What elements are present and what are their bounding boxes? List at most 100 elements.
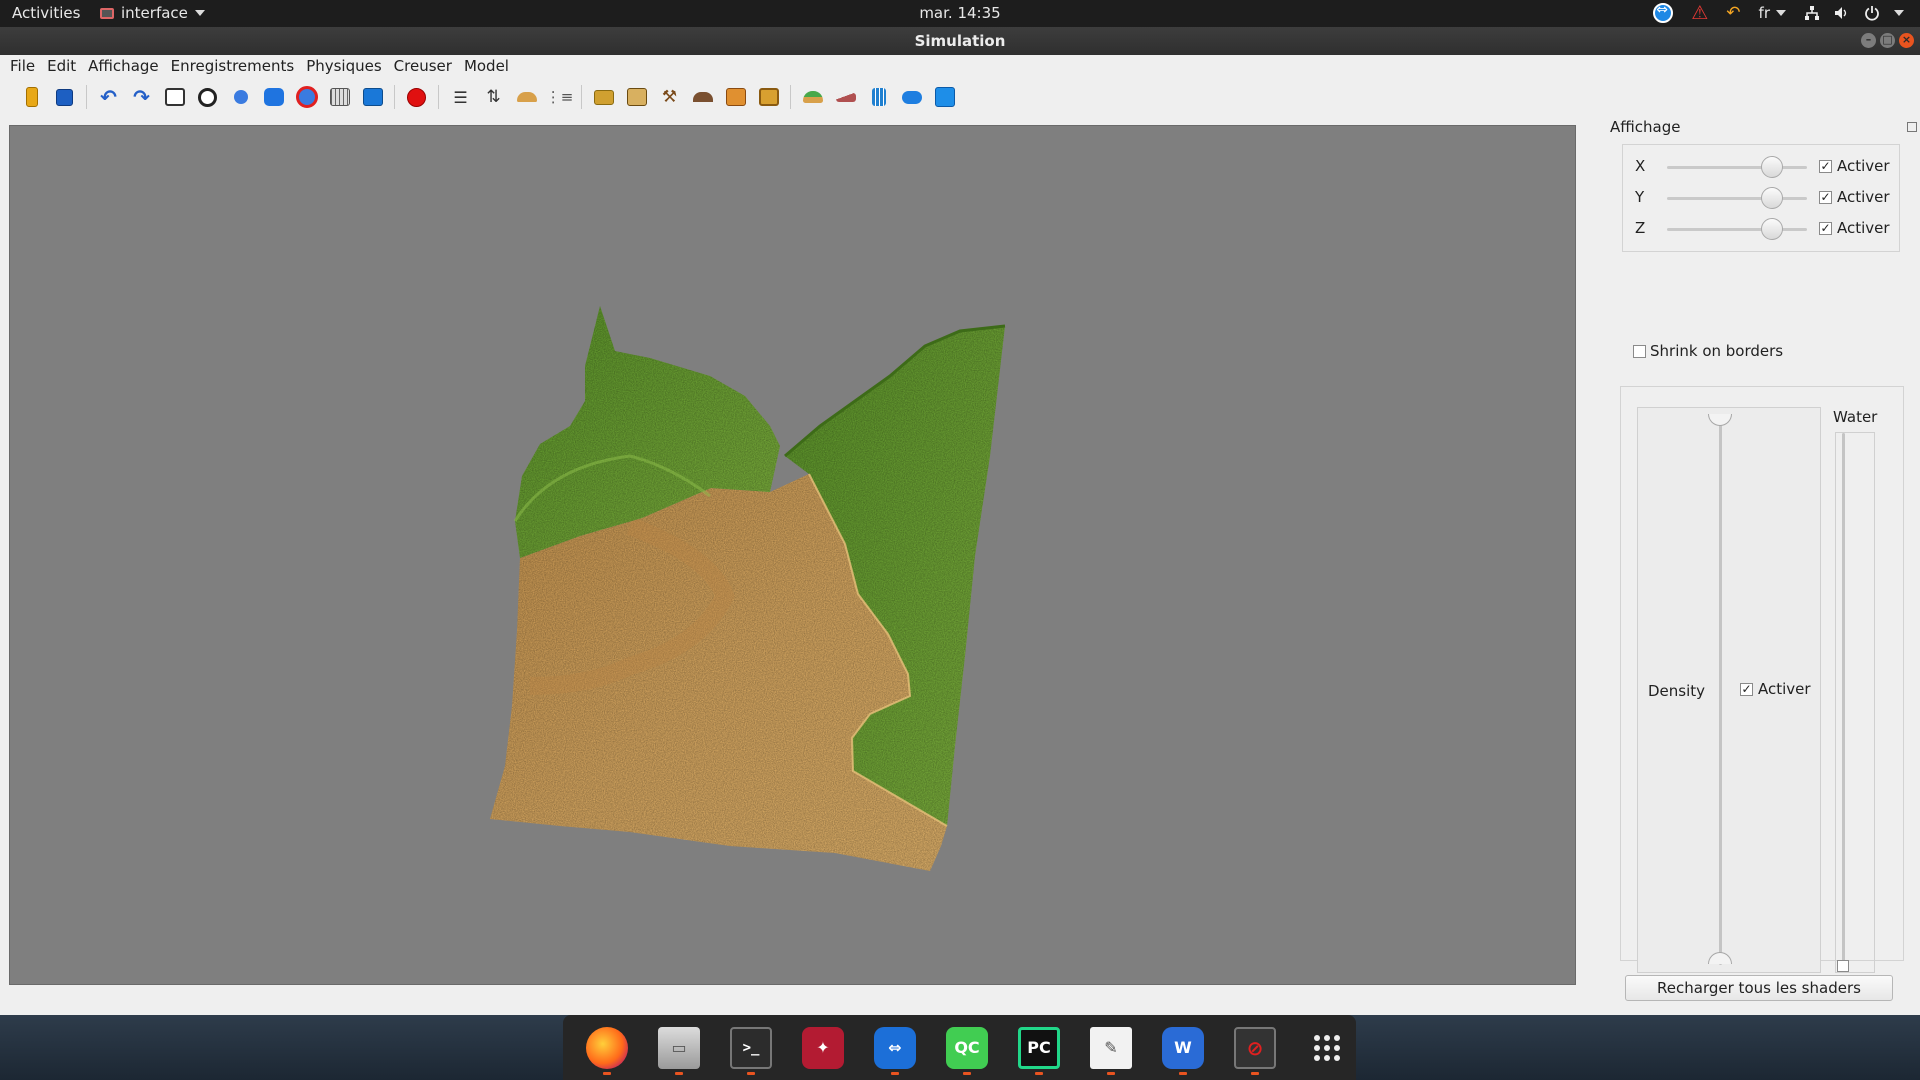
menu-bar: File Edit Affichage Enregistrements Phys… xyxy=(0,55,1920,78)
sliders-button[interactable]: ☰ xyxy=(447,84,474,111)
system-menu[interactable] xyxy=(1804,5,1904,21)
dock-text-editor[interactable]: ✎ xyxy=(1083,1020,1139,1076)
water-slider-handle[interactable] xyxy=(1837,960,1849,972)
axis-label-x: X xyxy=(1635,157,1646,175)
shrink-borders-checkbox[interactable] xyxy=(1633,345,1646,358)
menu-file[interactable]: File xyxy=(4,55,41,78)
open-icon xyxy=(25,87,38,107)
maximize-button[interactable]: □ xyxy=(1880,33,1895,48)
menu-edit[interactable]: Edit xyxy=(41,55,82,78)
folder-button[interactable] xyxy=(590,84,617,111)
dock-wps[interactable]: W xyxy=(1155,1020,1211,1076)
update-tray-icon[interactable]: ↶ xyxy=(1726,3,1740,23)
dock-blocked-app[interactable]: ⊘ xyxy=(1227,1020,1283,1076)
toolbar: ↶ ↷ ☰ ⇅ ⋮≡ ⚒ xyxy=(0,80,1920,114)
dock-qtcreator[interactable]: QC xyxy=(939,1020,995,1076)
record-button[interactable] xyxy=(403,84,430,111)
sphere-button[interactable] xyxy=(227,84,254,111)
slope-button[interactable] xyxy=(832,84,859,111)
undo-button[interactable]: ↶ xyxy=(95,84,122,111)
box-icon xyxy=(362,88,383,106)
axis-row-y: Y ✓ Activer xyxy=(1623,186,1899,210)
open-button[interactable] xyxy=(18,84,45,111)
crate-2-button[interactable] xyxy=(755,84,782,111)
box-button[interactable] xyxy=(359,84,386,111)
shader-controls-group: Density ✓ Activer Water Recharger tous l… xyxy=(1620,386,1904,1001)
show-apps-icon xyxy=(1314,1034,1340,1061)
menu-model[interactable]: Model xyxy=(458,55,515,78)
teamviewer-tray-icon[interactable] xyxy=(1653,2,1674,23)
crate-icon xyxy=(725,88,746,106)
slider-x-handle[interactable] xyxy=(1761,156,1783,178)
reload-shaders-button[interactable]: Recharger tous les shaders xyxy=(1625,975,1893,1001)
warning-icon[interactable]: ⚠ xyxy=(1691,3,1708,23)
menu-creuser[interactable]: Creuser xyxy=(388,55,458,78)
app-window: File Edit Affichage Enregistrements Phys… xyxy=(0,55,1920,1015)
crate-button[interactable] xyxy=(722,84,749,111)
redo-button[interactable]: ↷ xyxy=(128,84,155,111)
save-button[interactable] xyxy=(51,84,78,111)
activities-button[interactable]: Activities xyxy=(12,4,80,22)
density-slider-track[interactable] xyxy=(1719,420,1722,965)
slider-z[interactable] xyxy=(1667,228,1807,231)
island-button[interactable] xyxy=(799,84,826,111)
slider-x[interactable] xyxy=(1667,166,1807,169)
density-slider-top-handle[interactable] xyxy=(1708,414,1732,426)
cloud-icon xyxy=(901,90,922,104)
chevron-down-icon xyxy=(1894,10,1904,16)
dock-files[interactable]: ▭ xyxy=(651,1020,707,1076)
terrain-button[interactable] xyxy=(513,84,540,111)
slider-y-handle[interactable] xyxy=(1761,187,1783,209)
cloud-button[interactable] xyxy=(898,84,925,111)
running-indicator xyxy=(1251,1071,1259,1075)
toolbar-separator xyxy=(790,85,791,109)
density-slider-bottom-handle[interactable] xyxy=(1708,952,1732,964)
height-button[interactable]: ⇅ xyxy=(480,84,507,111)
language-selector[interactable]: fr xyxy=(1759,4,1786,22)
folder-icon xyxy=(593,89,614,105)
cubes-button[interactable] xyxy=(260,84,287,111)
toolbar-separator xyxy=(438,85,439,109)
slider-z-handle[interactable] xyxy=(1761,218,1783,240)
menu-physiques[interactable]: Physiques xyxy=(300,55,387,78)
filter-button[interactable]: ⋮≡ xyxy=(546,84,574,111)
density-activer-checkbox[interactable]: ✓ xyxy=(1740,683,1753,696)
select-button[interactable] xyxy=(161,84,188,111)
wps-icon: W xyxy=(1162,1026,1204,1069)
chart-icon xyxy=(871,88,886,106)
dock-title: Affichage xyxy=(1610,118,1681,136)
hammer-button[interactable]: ⚒ xyxy=(656,84,683,111)
activer-x-checkbox[interactable]: ✓ xyxy=(1819,160,1832,173)
water-volume-button[interactable] xyxy=(931,84,958,111)
activer-y-checkbox[interactable]: ✓ xyxy=(1819,191,1832,204)
grid-button[interactable] xyxy=(326,84,353,111)
dock-show-apps[interactable] xyxy=(1299,1020,1355,1076)
dock-teamviewer[interactable]: ⇔ xyxy=(867,1020,923,1076)
axis-clipping-group: X ✓ Activer Y ✓ Activer Z ✓ Activer xyxy=(1622,144,1900,252)
dock-firefox[interactable] xyxy=(579,1020,635,1076)
minimize-button[interactable]: – xyxy=(1861,33,1876,48)
3d-viewport[interactable] xyxy=(9,125,1576,985)
menu-affichage[interactable]: Affichage xyxy=(82,55,164,78)
slider-y[interactable] xyxy=(1667,197,1807,200)
no-entry-button[interactable] xyxy=(293,84,320,111)
window-title: Simulation xyxy=(914,32,1006,50)
clock[interactable]: mar. 14:35 xyxy=(0,4,1920,22)
chart-button[interactable] xyxy=(865,84,892,111)
dock-float-button[interactable] xyxy=(1907,122,1917,132)
terrain-mesh[interactable] xyxy=(10,126,1576,985)
rotate-button[interactable] xyxy=(194,84,221,111)
dock-mendeley[interactable]: ✦ xyxy=(795,1020,851,1076)
terrain-icon xyxy=(516,92,537,102)
height-arrows-icon: ⇅ xyxy=(486,87,501,107)
shrink-borders-label: Shrink on borders xyxy=(1650,342,1784,360)
dock-terminal[interactable]: >_ xyxy=(723,1020,779,1076)
water-slider-track[interactable] xyxy=(1842,433,1845,968)
activer-z-checkbox[interactable]: ✓ xyxy=(1819,222,1832,235)
app-menu[interactable]: interface xyxy=(100,4,205,22)
dock-pycharm[interactable]: PC xyxy=(1011,1020,1067,1076)
menu-enregistrements[interactable]: Enregistrements xyxy=(165,55,301,78)
curve-button[interactable] xyxy=(623,84,650,111)
close-button[interactable]: × xyxy=(1899,33,1914,48)
shovel-button[interactable] xyxy=(689,84,716,111)
